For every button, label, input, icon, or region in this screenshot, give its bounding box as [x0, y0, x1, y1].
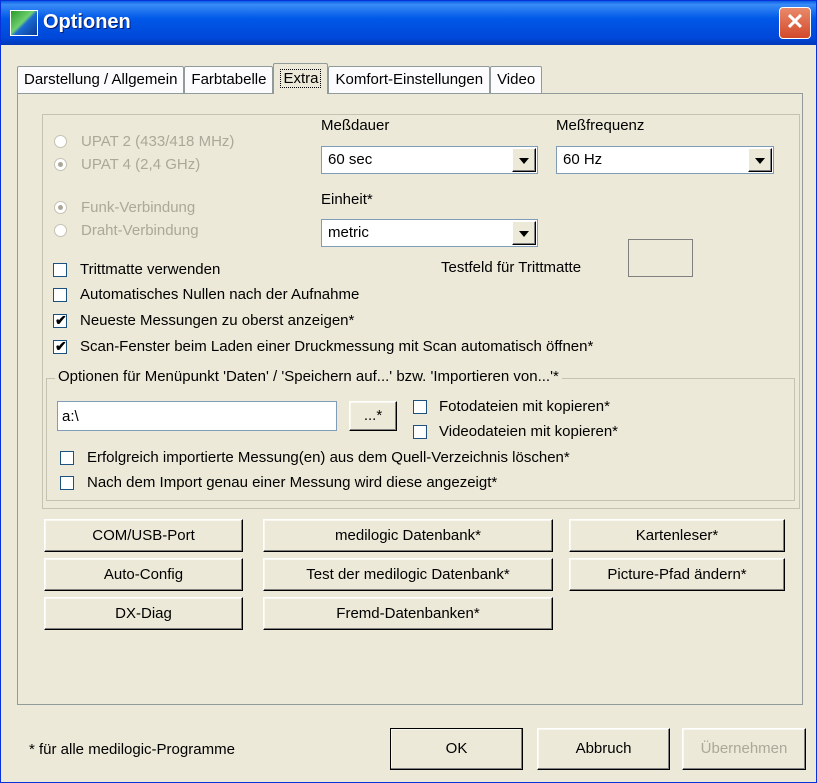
radio-funk[interactable]	[54, 201, 67, 214]
tab-video[interactable]: Video	[490, 66, 543, 93]
checkbox-scan-fenster-label: Scan-Fenster beim Laden einer Druckmessu…	[80, 338, 594, 355]
options-dialog: Optionen ✕ Darstellung / Allgemein Farbt…	[0, 0, 817, 783]
checkbox-trittmatte[interactable]	[53, 263, 67, 277]
checkbox-auto-nullen-label: Automatisches Nullen nach der Aufnahme	[80, 286, 360, 303]
checkbox-auto-nullen[interactable]	[53, 288, 67, 302]
import-path-input[interactable]	[58, 402, 336, 430]
app-icon	[10, 10, 38, 36]
messfrequenz-label: Meßfrequenz	[556, 117, 645, 134]
abbruch-button[interactable]: Abbruch	[537, 728, 670, 770]
chevron-down-icon[interactable]	[748, 148, 772, 172]
tab-extra[interactable]: Extra	[273, 63, 329, 94]
checkbox-videodateien-label: Videodateien mit kopieren*	[439, 423, 619, 440]
tab-strip: Darstellung / Allgemein Farbtabelle Extr…	[17, 63, 543, 94]
einheit-select[interactable]: metric	[321, 219, 538, 247]
checkmark-icon: ✔	[55, 338, 67, 354]
checkbox-videodateien[interactable]	[413, 425, 427, 439]
checkmark-icon: ✔	[55, 312, 67, 328]
checkbox-quell-loeschen-label: Erfolgreich importierte Messung(en) aus …	[87, 449, 570, 466]
test-datenbank-button[interactable]: Test der medilogic Datenbank*	[263, 558, 553, 591]
testfeld-box[interactable]	[628, 239, 693, 277]
einheit-label: Einheit*	[321, 191, 373, 208]
radio-upat2[interactable]	[54, 135, 67, 148]
radio-upat4[interactable]	[54, 158, 67, 171]
messdauer-value: 60 sec	[328, 151, 373, 168]
checkbox-import-anzeigen[interactable]	[60, 476, 74, 490]
messdauer-label: Meßdauer	[321, 117, 390, 134]
checkbox-scan-fenster[interactable]: ✔	[53, 338, 67, 354]
radio-upat2-label: UPAT 2 (433/418 MHz)	[81, 133, 235, 150]
radio-draht-label: Draht-Verbindung	[81, 222, 199, 239]
chevron-down-icon[interactable]	[512, 148, 536, 172]
import-options-legend: Optionen für Menüpunkt 'Daten' / 'Speich…	[55, 368, 562, 385]
checkbox-fotodateien[interactable]	[413, 400, 427, 414]
radio-upat4-label: UPAT 4 (2,4 GHz)	[81, 156, 201, 173]
fremd-datenbanken-button[interactable]: Fremd-Datenbanken*	[263, 597, 553, 630]
radio-funk-label: Funk-Verbindung	[81, 199, 196, 216]
ok-button[interactable]: OK	[390, 728, 523, 770]
checkbox-neueste-label: Neueste Messungen zu oberst anzeigen*	[80, 312, 355, 329]
auto-config-button[interactable]: Auto-Config	[44, 558, 243, 591]
tab-farbtabelle[interactable]: Farbtabelle	[184, 66, 274, 93]
browse-button[interactable]: ...*	[349, 401, 397, 431]
checkbox-import-anzeigen-label: Nach dem Import genau einer Messung wird…	[87, 474, 498, 491]
medilogic-datenbank-button[interactable]: medilogic Datenbank*	[263, 519, 553, 552]
checkbox-quell-loeschen[interactable]	[60, 451, 74, 465]
testfeld-label: Testfeld für Trittmatte	[441, 259, 582, 276]
kartenleser-button[interactable]: Kartenleser*	[569, 519, 785, 552]
checkbox-trittmatte-label: Trittmatte verwenden	[80, 261, 221, 278]
tab-darstellung[interactable]: Darstellung / Allgemein	[17, 66, 185, 93]
checkbox-fotodateien-label: Fotodateien mit kopieren*	[439, 398, 610, 415]
tab-komfort[interactable]: Komfort-Einstellungen	[328, 66, 491, 93]
close-button[interactable]: ✕	[779, 7, 811, 39]
checkbox-neueste[interactable]: ✔	[53, 312, 67, 328]
dx-diag-button[interactable]: DX-Diag	[44, 597, 243, 630]
com-usb-port-button[interactable]: COM/USB-Port	[44, 519, 243, 552]
chevron-down-icon[interactable]	[512, 221, 536, 245]
tab-extra-label: Extra	[280, 69, 322, 88]
messdauer-select[interactable]: 60 sec	[321, 146, 538, 174]
picture-pfad-button[interactable]: Picture-Pfad ändern*	[569, 558, 785, 591]
messfrequenz-select[interactable]: 60 Hz	[556, 146, 774, 174]
import-path-field[interactable]	[57, 401, 337, 431]
title-bar[interactable]: Optionen ✕	[1, 1, 816, 45]
footer-note: * für alle medilogic-Programme	[29, 741, 235, 758]
radio-draht[interactable]	[54, 224, 67, 237]
uebernehmen-button[interactable]: Übernehmen	[682, 728, 806, 770]
window-title: Optionen	[43, 11, 131, 33]
einheit-value: metric	[328, 224, 369, 241]
messfrequenz-value: 60 Hz	[563, 151, 603, 168]
